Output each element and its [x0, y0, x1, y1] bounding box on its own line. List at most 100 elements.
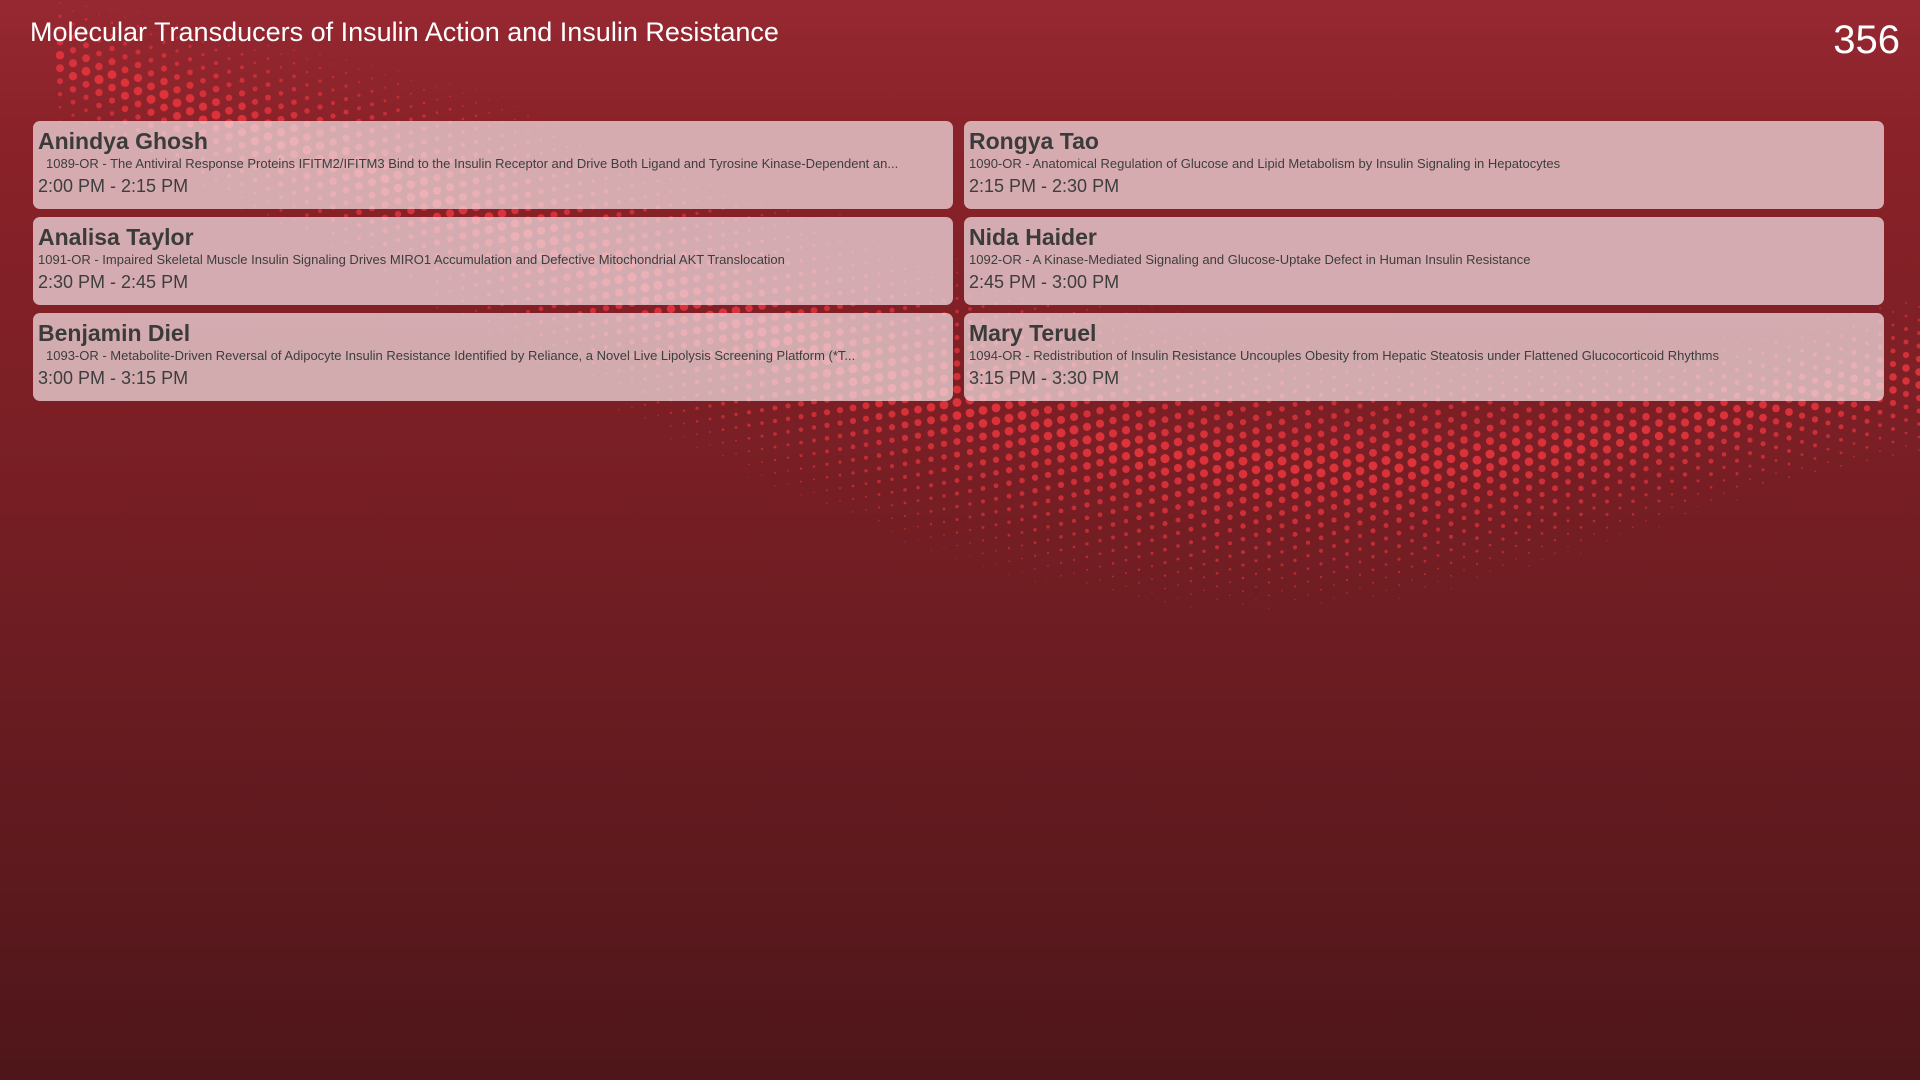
background-dot: [1330, 477, 1338, 485]
background-dot: [1642, 452, 1650, 459]
background-dot: [1330, 503, 1338, 511]
background-dot: [1423, 573, 1427, 576]
background-dot: [305, 83, 309, 87]
session-card[interactable]: Anindya Ghosh 1089-OR - The Antiviral Re…: [33, 121, 953, 209]
background-dot: [991, 403, 1001, 413]
background-dot: [1837, 410, 1845, 417]
background-dot: [773, 458, 777, 462]
background-dot: [186, 81, 194, 89]
background-dot: [930, 549, 932, 551]
background-dot: [928, 469, 934, 475]
background-dot: [969, 542, 971, 544]
background-dot: [98, 13, 100, 16]
background-dot: [851, 497, 855, 500]
background-dot: [1721, 452, 1727, 457]
background-dot: [1122, 492, 1130, 499]
background-dot: [799, 440, 803, 445]
background-dot: [1603, 419, 1611, 428]
background-dot: [786, 429, 790, 434]
background-dot: [1317, 443, 1325, 451]
background-dot: [1577, 472, 1585, 479]
background-dot: [1539, 400, 1545, 407]
talk-title: 1091-OR - Impaired Skeletal Muscle Insul…: [38, 252, 785, 267]
background-dot: [1291, 439, 1299, 448]
background-dot: [422, 114, 426, 118]
background-dot: [371, 64, 373, 67]
background-dot: [825, 475, 829, 479]
background-dot: [1421, 492, 1429, 500]
background-dot: [1059, 561, 1063, 565]
background-dot: [1228, 567, 1232, 571]
session-card[interactable]: Nida Haider 1092-OR - A Kinase-Mediated …: [964, 217, 1884, 305]
background-dot: [1316, 468, 1326, 478]
background-dot: [185, 107, 195, 116]
background-dot: [304, 95, 310, 101]
background-dot: [1710, 499, 1712, 502]
background-dot: [1719, 411, 1729, 420]
background-dot: [409, 105, 413, 108]
background-dot: [929, 509, 933, 513]
background-dot: [1395, 503, 1403, 511]
background-dot: [225, 106, 233, 115]
background-dot: [1811, 402, 1819, 411]
background-dot: [968, 528, 972, 532]
background-dot: [1616, 452, 1624, 460]
background-dot: [1369, 436, 1377, 444]
background-dot: [836, 407, 844, 414]
background-dot: [1578, 485, 1584, 492]
background-dot: [1303, 473, 1313, 482]
background-dot: [1330, 425, 1338, 433]
background-dot: [1343, 446, 1351, 454]
background-dot: [1527, 538, 1531, 542]
background-dot: [1384, 563, 1388, 566]
session-card[interactable]: Benjamin Diel 1093-OR - Metabolite-Drive…: [33, 313, 953, 401]
background-dot: [1330, 490, 1338, 498]
background-dot: [902, 461, 908, 467]
background-dot: [1317, 508, 1325, 516]
background-dot: [1070, 478, 1078, 485]
background-dot: [1826, 447, 1830, 451]
background-dot: [1266, 527, 1272, 534]
background-dot: [1735, 485, 1739, 488]
background-dot: [1252, 427, 1260, 435]
background-dot: [1138, 594, 1140, 597]
background-dot: [799, 467, 803, 470]
background-dot: [1812, 429, 1818, 435]
background-dot: [1591, 479, 1597, 485]
background-dot: [1593, 533, 1595, 535]
background-dot: [1616, 413, 1624, 421]
background-dot: [980, 499, 986, 504]
background-dot: [1397, 570, 1401, 574]
background-dot: [1423, 559, 1427, 563]
background-dot: [929, 523, 933, 526]
background-dot: [1265, 501, 1273, 508]
session-title: Molecular Transducers of Insulin Action …: [30, 17, 779, 47]
background-dot: [888, 424, 896, 431]
background-dot: [941, 467, 947, 473]
background-dot: [344, 84, 348, 88]
background-dot: [1435, 513, 1441, 520]
background-dot: [1434, 434, 1442, 443]
background-dot: [1043, 431, 1053, 441]
background-dot: [1865, 432, 1869, 437]
background-dot: [929, 496, 933, 501]
background-dot: [1292, 401, 1298, 407]
background-dot: [1345, 578, 1349, 582]
background-dot: [226, 69, 232, 74]
background-dot: [1149, 524, 1155, 530]
background-dot: [1566, 519, 1570, 523]
background-dot: [1069, 438, 1079, 448]
background-dot: [1462, 529, 1466, 533]
background-dot: [1186, 473, 1196, 482]
background-dot: [978, 405, 988, 415]
background-dot: [1527, 551, 1531, 554]
background-dot: [69, 85, 77, 93]
background-dot: [345, 59, 347, 61]
background-dot: [1137, 555, 1141, 559]
background-dot: [1655, 458, 1663, 466]
speaker-name: Benjamin Diel: [38, 320, 191, 346]
session-card[interactable]: Rongya Tao 1090-OR - Anatomical Regulati…: [964, 121, 1884, 209]
session-card[interactable]: Analisa Taylor 1091-OR - Impaired Skelet…: [33, 217, 953, 305]
background-dot: [1099, 578, 1101, 581]
session-card[interactable]: Mary Teruel 1094-OR - Redistribution of …: [964, 313, 1884, 401]
